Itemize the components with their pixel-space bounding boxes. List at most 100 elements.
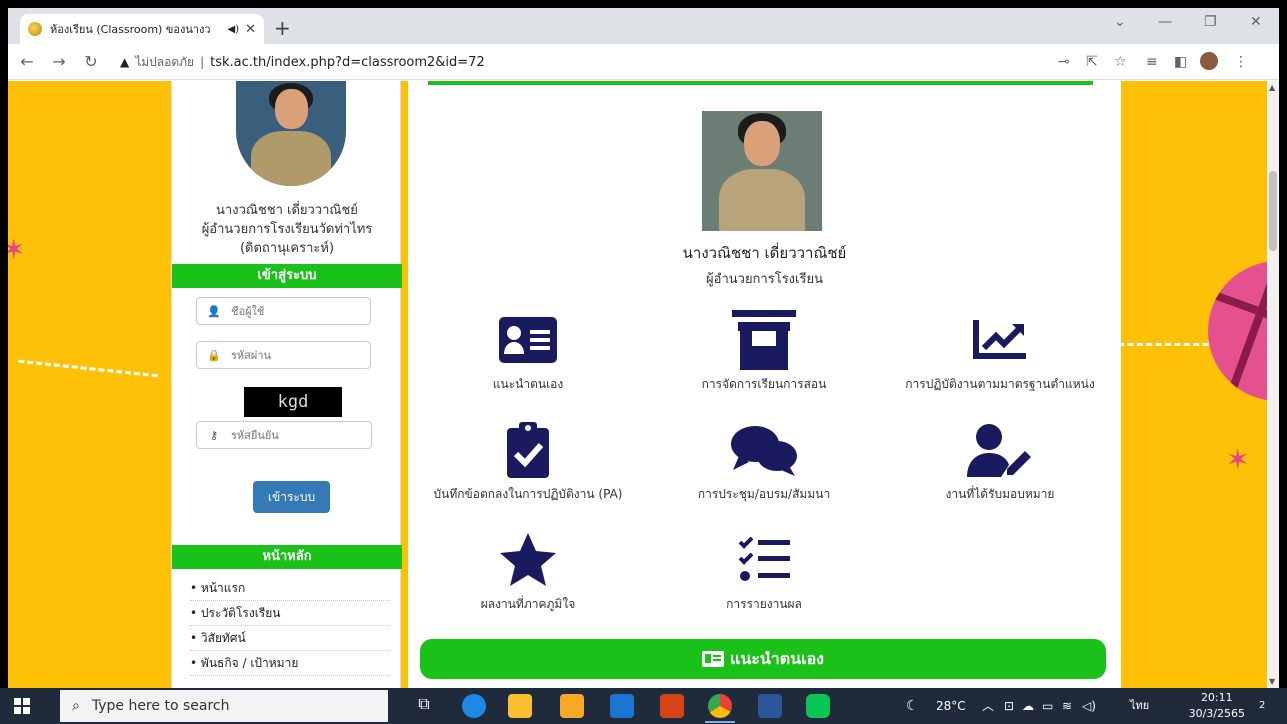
item-label: บันทึกข้อตกลงในการปฏิบัติงาน (PA) <box>433 487 623 501</box>
tab-close-icon[interactable]: ✕ <box>245 22 256 37</box>
username-input[interactable] <box>231 304 361 318</box>
profile-name: นางวณิชชา เดี่ยววาณิชย์ <box>682 244 847 262</box>
main-content: นางวณิชชา เดี่ยววาณิชย์ ผู้อำนวยการโรงเร… <box>408 81 1121 688</box>
mail-icon[interactable] <box>610 694 634 718</box>
security-label: ไม่ปลอดภัย <box>135 54 195 69</box>
profile-avatar-icon[interactable] <box>1200 52 1218 70</box>
item-introduction[interactable]: แนะนำตนเอง <box>408 309 648 394</box>
volume-icon[interactable]: ◁) <box>1082 688 1096 724</box>
notification-icon[interactable]: 2 <box>1259 696 1279 716</box>
favicon-icon <box>28 22 42 36</box>
item-standards[interactable]: การปฏิบัติงานตามมาตรฐานตำแหน่ง <box>880 309 1120 394</box>
menu-item-history[interactable]: ประวัติโรงเรียน <box>190 601 390 626</box>
star-icon <box>408 529 648 591</box>
speaker-icon[interactable]: ◀) <box>228 24 240 35</box>
battery-icon[interactable]: ▭ <box>1042 688 1053 724</box>
section-banner[interactable]: แนะนำตนเอง <box>420 639 1106 679</box>
item-pa-agreement[interactable]: บันทึกข้อตกลงในการปฏิบัติงาน (PA) <box>408 419 648 504</box>
onedrive-icon[interactable]: ☁ <box>1022 688 1034 724</box>
menu-item-vision[interactable]: วิสัยทัศน์ <box>190 626 390 651</box>
scroll-up-icon[interactable]: ▲ <box>1269 83 1275 92</box>
input-language[interactable]: ไทย <box>1130 688 1149 724</box>
decorative-star-icon: ✶ <box>8 233 26 266</box>
torii-gate-icon <box>644 309 884 371</box>
tray-chevron-icon[interactable]: ︿ <box>982 688 994 724</box>
task-view-icon[interactable]: ⧉ <box>412 694 436 718</box>
item-label: งานที่ได้รับมอบหมาย <box>945 487 1055 501</box>
confirm-code-field[interactable]: ⚷ <box>196 421 372 449</box>
sidebar-person-name: นางวณิชชา เดี่ยววาณิชย์ <box>216 203 358 218</box>
password-field[interactable]: 🔒 <box>196 341 371 369</box>
scroll-thumb[interactable] <box>1269 171 1277 251</box>
menu-item-home[interactable]: หน้าแรก <box>190 576 390 601</box>
password-input[interactable] <box>231 348 361 362</box>
store-icon[interactable] <box>508 694 532 718</box>
weather-icon[interactable]: ☾ <box>906 688 919 724</box>
item-label: แนะนำตนเอง <box>492 377 564 391</box>
line-icon[interactable] <box>806 694 830 718</box>
item-label: การปฏิบัติงานตามมาตรฐานตำแหน่ง <box>905 377 1095 391</box>
menu-item-mission[interactable]: พันธกิจ / เป้าหมาย <box>190 651 390 676</box>
share-icon[interactable]: ⇱ <box>1086 54 1098 70</box>
confirm-code-input[interactable] <box>231 428 361 442</box>
comments-icon <box>644 419 884 481</box>
page-scrollbar[interactable]: ▲ ▼ <box>1267 81 1279 688</box>
windows-start-icon[interactable] <box>14 698 30 714</box>
decorative-dash <box>18 359 158 378</box>
scroll-down-icon[interactable]: ▼ <box>1269 677 1275 686</box>
restore-icon[interactable]: ❐ <box>1204 14 1217 30</box>
page-viewport: ✶ ✶ นางวณิชชา เดี่ยววาณิชย์ ผู้อำนวยการโ… <box>8 81 1267 688</box>
decorative-star-icon: ✶ <box>1226 443 1250 476</box>
chart-line-icon <box>880 309 1120 371</box>
tab-search-icon[interactable]: ⌄ <box>1114 14 1126 30</box>
browser-window: ห้องเรียน (Classroom) ของนางว ◀) ✕ + ⌄ —… <box>8 8 1279 688</box>
item-label: ผลงานที่ภาคภูมิใจ <box>480 597 576 611</box>
checklist-icon <box>644 529 884 591</box>
menu-kebab-icon[interactable]: ⋮ <box>1234 54 1248 70</box>
item-label: การประชุม/อบรม/สัมมนา <box>697 487 831 501</box>
taskbar-search[interactable]: ⌕ Type here to search <box>60 690 388 722</box>
browser-tab[interactable]: ห้องเรียน (Classroom) ของนางว ◀) ✕ <box>20 14 264 44</box>
tab-title: ห้องเรียน (Classroom) ของนางว <box>50 23 211 36</box>
clock-date: 30/3/2565 <box>1188 707 1245 720</box>
word-icon[interactable] <box>758 694 782 718</box>
search-icon: ⌕ <box>72 698 80 714</box>
wifi-icon[interactable]: ≋ <box>1062 688 1072 724</box>
item-teaching[interactable]: การจัดการเรียนการสอน <box>644 309 884 394</box>
item-reports[interactable]: การรายงานผล <box>644 529 884 614</box>
tray-app-icon[interactable]: ⊡ <box>1004 688 1014 724</box>
tab-strip: ห้องเรียน (Classroom) ของนางว ◀) ✕ + ⌄ —… <box>8 8 1279 44</box>
id-card-icon <box>702 651 724 667</box>
new-tab-icon[interactable]: + <box>274 16 291 40</box>
side-panel-icon[interactable]: ◧ <box>1174 54 1187 70</box>
item-meetings[interactable]: การประชุม/อบรม/สัมมนา <box>644 419 884 504</box>
minimize-icon[interactable]: — <box>1158 14 1172 30</box>
sidebar-person-role: ผู้อำนวยการโรงเรียนวัดท่าไทร <box>201 222 373 237</box>
key-icon[interactable]: ⊸ <box>1058 54 1070 70</box>
edge-icon[interactable] <box>462 694 486 718</box>
item-assigned-work[interactable]: งานที่ได้รับมอบหมาย <box>880 419 1120 504</box>
reload-icon[interactable]: ↻ <box>78 52 104 71</box>
taskbar-clock[interactable]: 20:11 30/3/2565 <box>1189 690 1245 722</box>
main-menu: หน้าแรก ประวัติโรงเรียน วิสัยทัศน์ พันธก… <box>190 576 390 676</box>
forward-icon[interactable]: → <box>46 52 72 71</box>
item-proud-works[interactable]: ผลงานที่ภาคภูมิใจ <box>408 529 648 614</box>
login-button[interactable]: เข้าระบบ <box>253 481 330 513</box>
user-edit-icon <box>880 419 1120 481</box>
bookmark-star-icon[interactable]: ☆ <box>1114 54 1127 70</box>
file-explorer-icon[interactable] <box>560 694 584 718</box>
top-divider <box>428 81 1093 85</box>
office-icon[interactable] <box>660 694 684 718</box>
url-text: tsk.ac.th/index.php?d=classroom2&id=72 <box>210 54 485 70</box>
address-bar[interactable]: ▲ ไม่ปลอดภัย | tsk.ac.th/index.php?d=cla… <box>120 49 1080 75</box>
back-icon[interactable]: ← <box>14 52 40 71</box>
chrome-icon[interactable] <box>708 694 732 718</box>
item-label: การจัดการเรียนการสอน <box>701 377 827 391</box>
reading-list-icon[interactable]: ≡ <box>1146 54 1158 70</box>
menu-header: หน้าหลัก <box>172 545 402 569</box>
username-field[interactable]: 👤 <box>196 297 371 325</box>
sidebar: นางวณิชชา เดี่ยววาณิชย์ ผู้อำนวยการโรงเร… <box>171 81 402 688</box>
profile-photo <box>702 111 822 231</box>
window-close-icon[interactable]: ✕ <box>1250 14 1262 30</box>
weather-temp[interactable]: 28°C <box>936 688 966 724</box>
